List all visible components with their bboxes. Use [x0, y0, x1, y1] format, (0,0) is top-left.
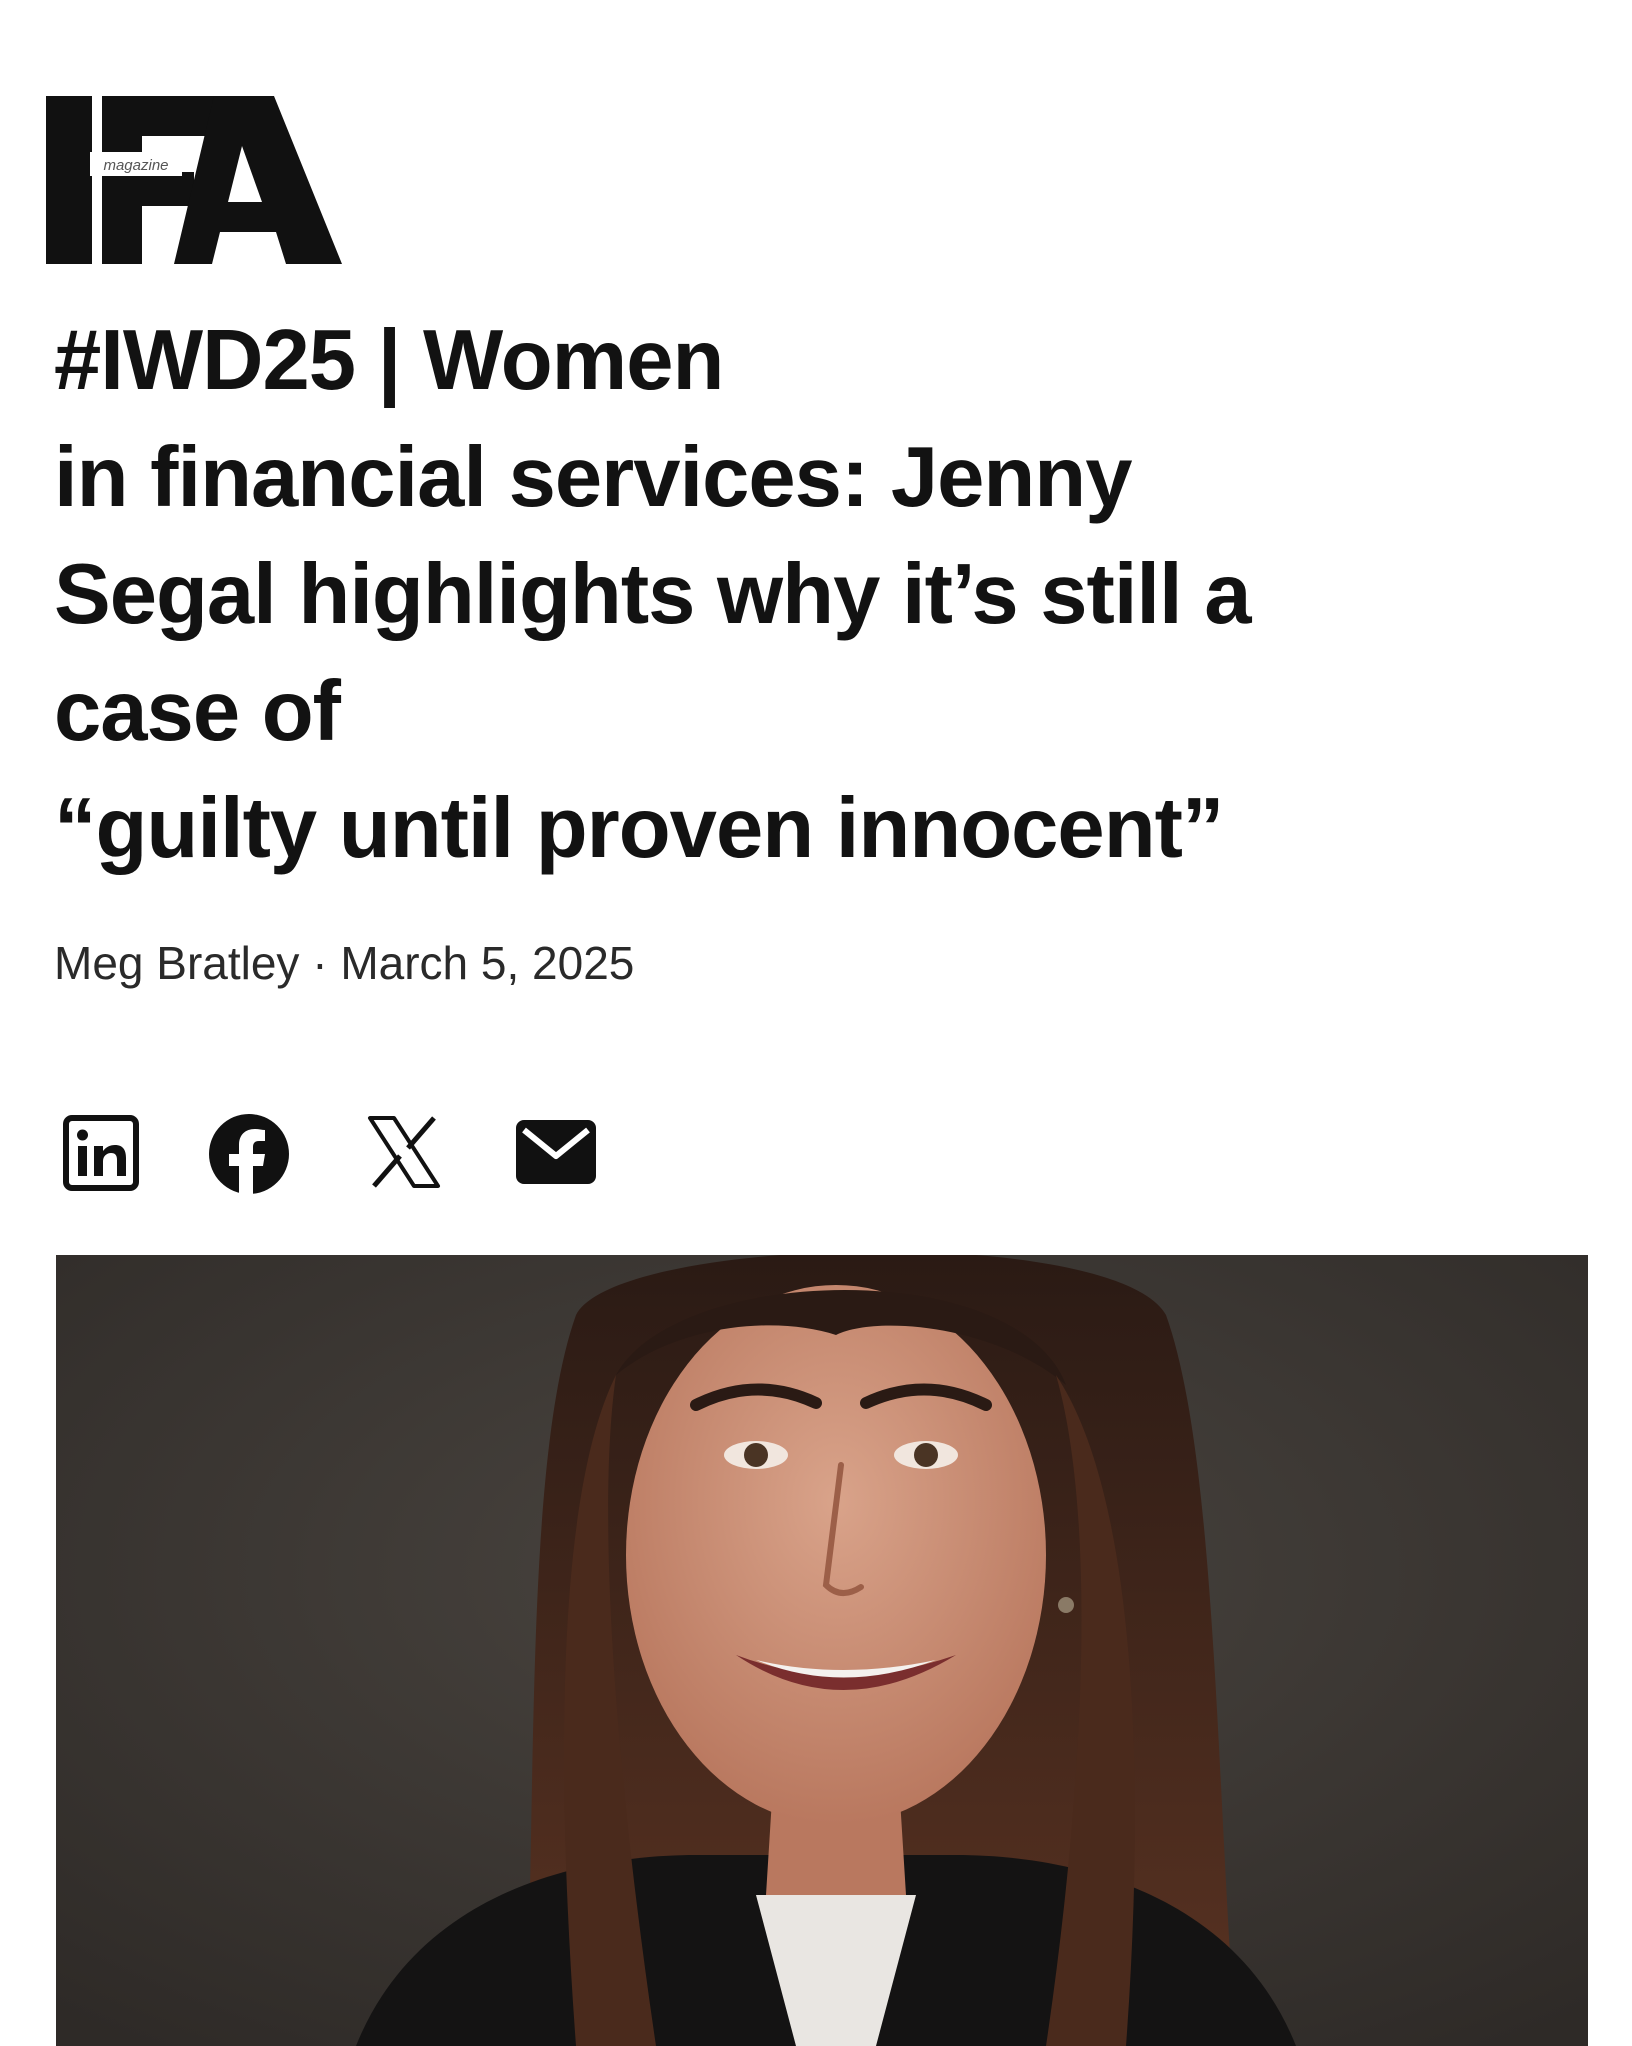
byline-separator: ·: [312, 937, 328, 989]
publish-date: March 5, 2025: [340, 937, 635, 989]
logo-mark: magazine: [46, 96, 342, 264]
headline-line: in financial services: Jenny: [54, 430, 1133, 525]
facebook-icon: [209, 1114, 289, 1196]
x-icon: [368, 1116, 440, 1188]
linkedin-icon: [63, 1115, 139, 1191]
author-name[interactable]: Meg Bratley: [54, 937, 299, 989]
share-facebook-button[interactable]: [207, 1112, 291, 1196]
headline-line: case of: [54, 664, 341, 759]
article-headline: #IWD25 | Women in financial services: Je…: [54, 302, 1574, 887]
portrait-photo: [56, 1255, 1588, 2046]
headline-line: “guilty until proven innocent”: [54, 781, 1224, 876]
share-email-button[interactable]: [514, 1112, 598, 1192]
hero-image: [56, 1255, 1588, 2046]
email-icon: [516, 1120, 596, 1184]
headline-line: #IWD25 | Women: [54, 313, 724, 408]
ifa-magazine-logo[interactable]: magazine: [46, 96, 346, 266]
article-byline: Meg Bratley · March 5, 2025: [54, 935, 634, 991]
logo-subtext: magazine: [103, 157, 168, 174]
share-x-button[interactable]: [364, 1112, 448, 1192]
share-linkedin-button[interactable]: [62, 1112, 146, 1192]
headline-line: Segal highlights why it’s still a: [54, 547, 1252, 642]
